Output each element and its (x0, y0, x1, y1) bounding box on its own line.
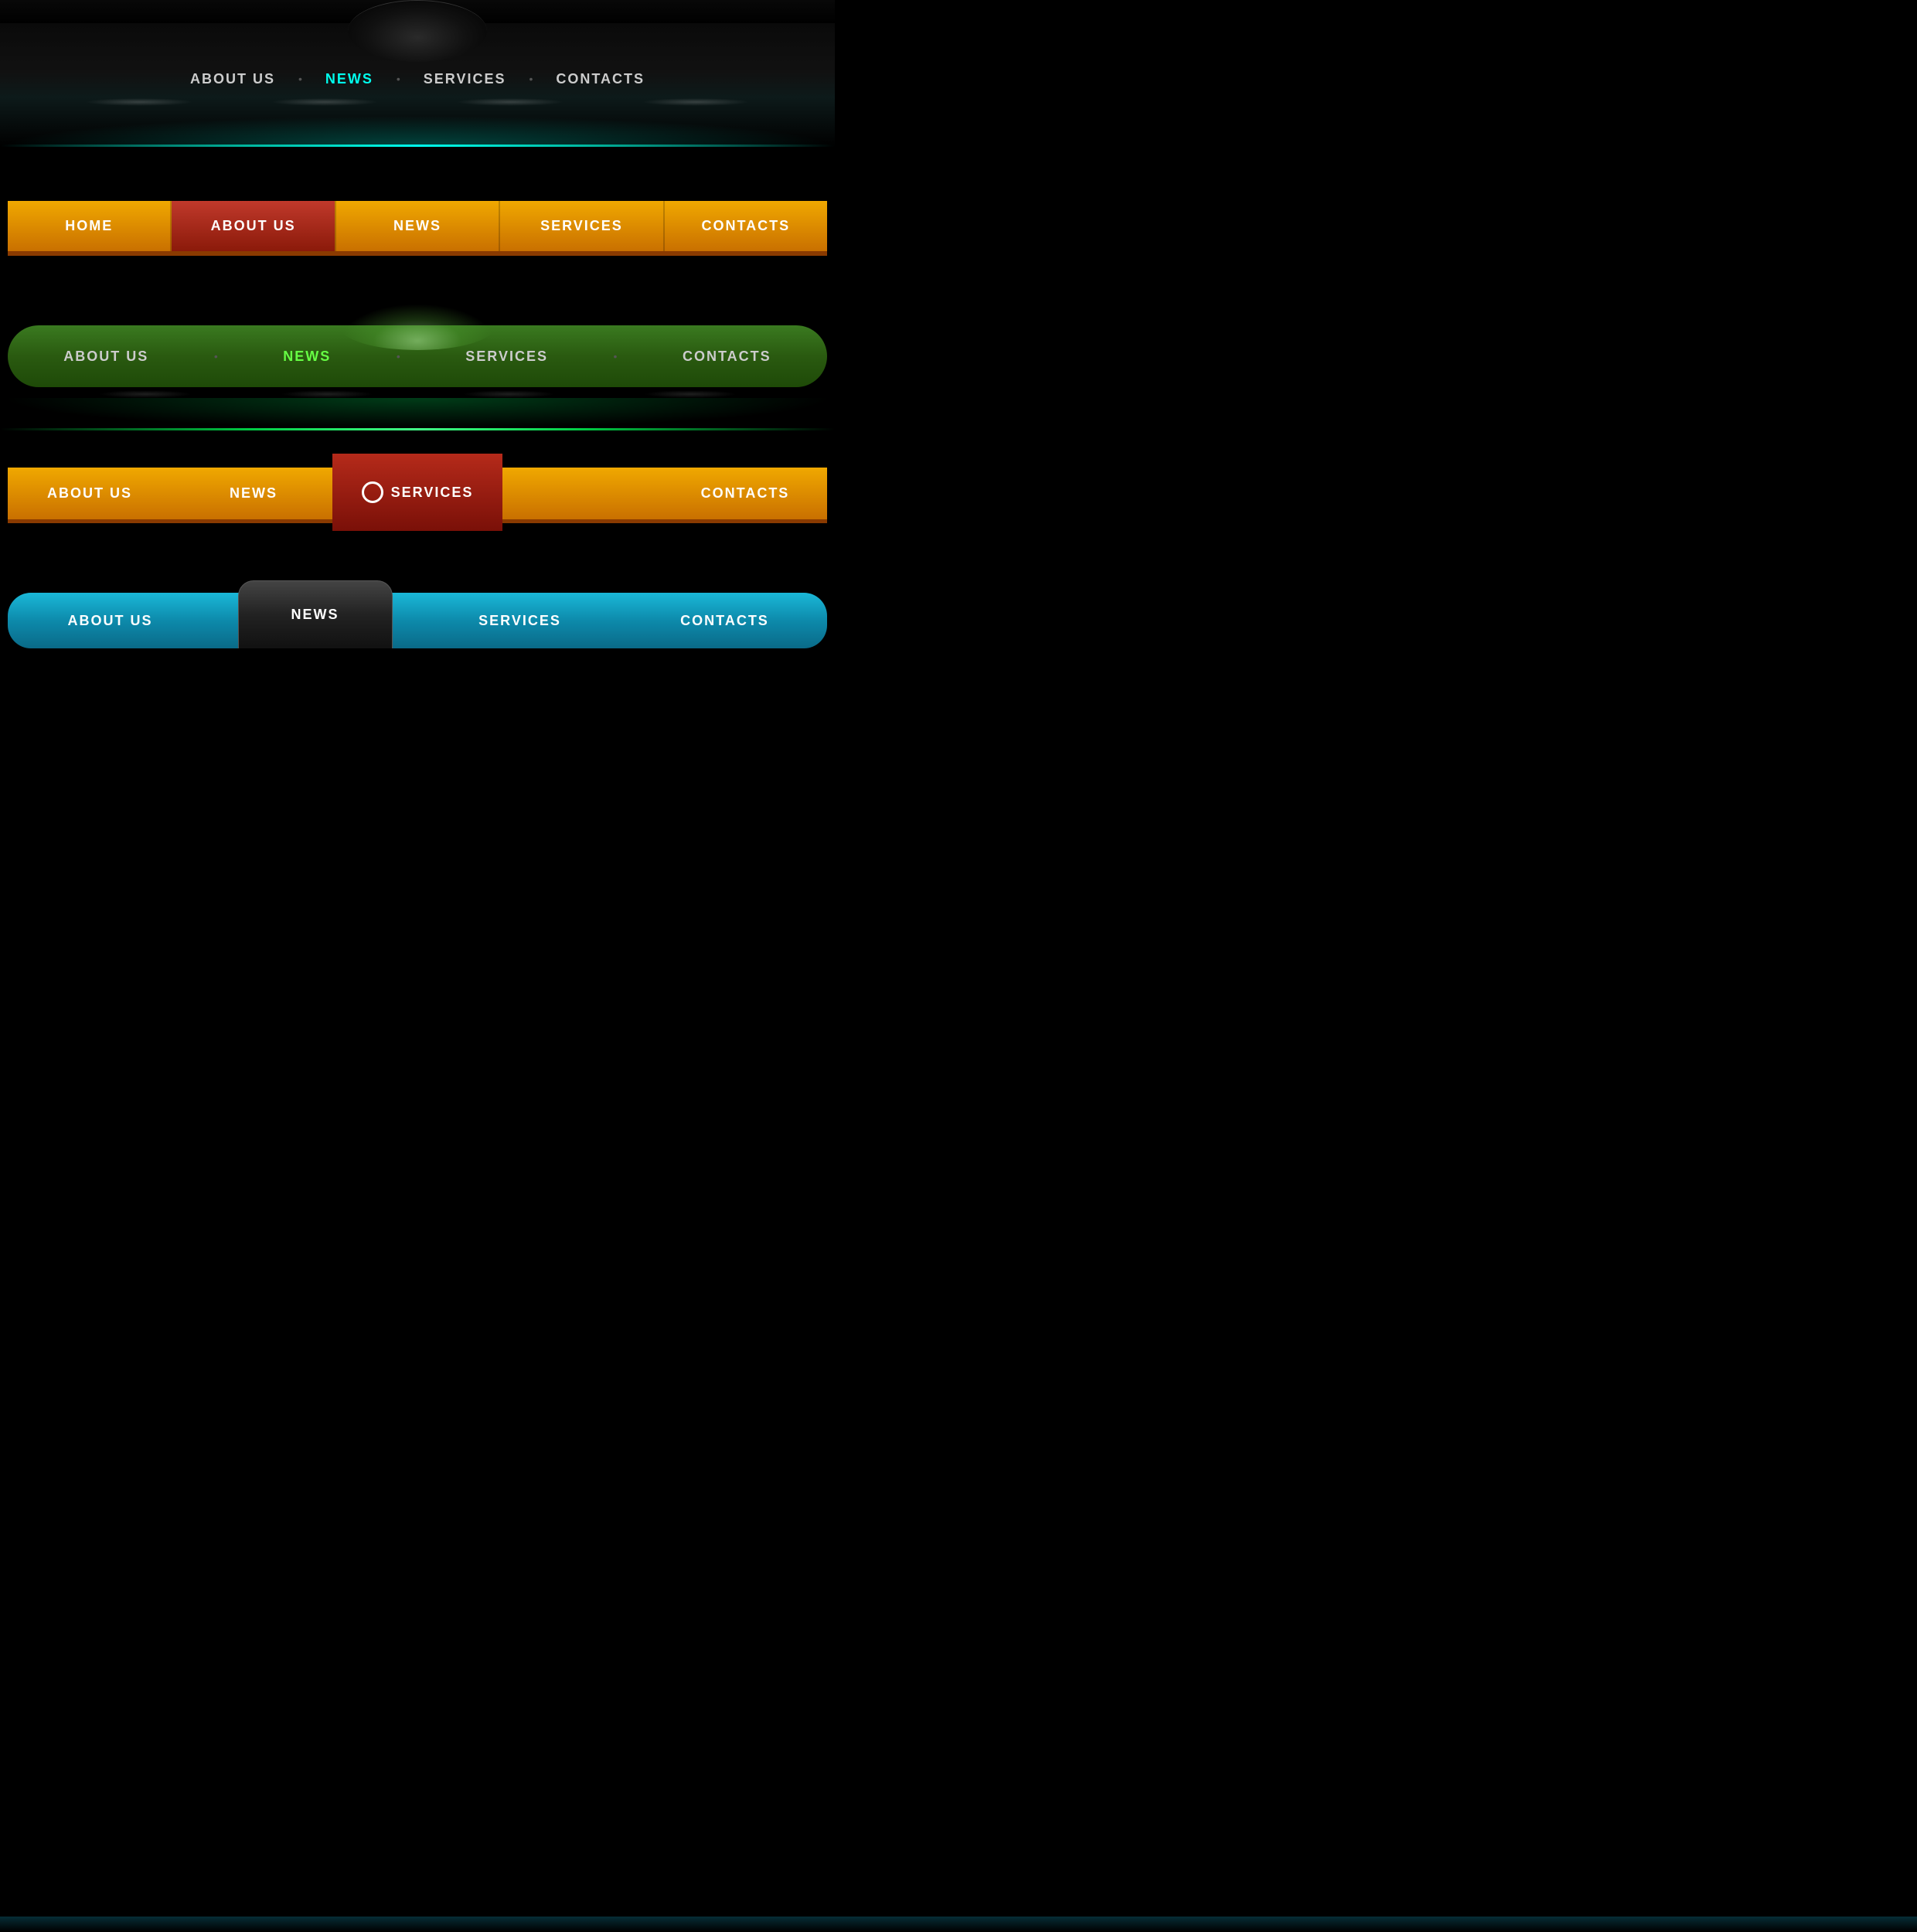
nav2-news[interactable]: NEWS (336, 201, 499, 251)
nav1-bar: ABOUT US • NEWS • SERVICES • CONTACTS (0, 65, 835, 94)
nav2-home[interactable]: HOME (8, 201, 170, 251)
nav1-underline (0, 98, 835, 106)
nav3-dot-1: • (214, 350, 218, 362)
nav2-about-us[interactable]: ABOUT US (172, 201, 334, 251)
nav3-shadow-4 (644, 390, 737, 398)
nav3-glow-line (0, 428, 835, 430)
nav1-glow-line (0, 145, 835, 147)
nav4-circle-icon (362, 481, 383, 503)
nav5-news-label: NEWS (291, 607, 339, 623)
nav4-services-label: SERVICES (391, 485, 474, 501)
spacer-5 (0, 664, 835, 679)
nav3-shadow-2 (281, 390, 373, 398)
spacer-1 (0, 147, 835, 178)
nav1-contacts[interactable]: CONTACTS (533, 65, 668, 94)
nav3-shadow-3 (462, 390, 555, 398)
nav3-news[interactable]: NEWS (283, 349, 331, 365)
nav1-wrapper: ABOUT US • NEWS • SERVICES • CONTACTS (0, 23, 835, 147)
nav3-bar: ABOUT US • NEWS • SERVICES • CONTACTS (8, 325, 827, 387)
nav2-bar: HOME ABOUT US NEWS SERVICES CONTACTS (8, 201, 827, 256)
nav5-about-us[interactable]: ABOUT US (8, 593, 213, 648)
nav1-shadow-4 (642, 98, 750, 106)
spacer-2 (0, 271, 835, 302)
nav5-active-tab: NEWS (238, 580, 393, 648)
nav4-news[interactable]: NEWS (172, 468, 335, 519)
nav3-underlines (8, 390, 827, 398)
nav5-contacts[interactable]: CONTACTS (622, 593, 827, 648)
nav1-about-us[interactable]: ABOUT US (167, 65, 298, 94)
nav3-dot-3: • (614, 350, 618, 362)
nav1-news[interactable]: NEWS (302, 65, 397, 94)
nav2-services[interactable]: SERVICES (500, 201, 662, 251)
nav5-news[interactable]: NEWS (213, 593, 417, 648)
nav1-shadow-1 (85, 98, 193, 106)
nav5-wrapper: ABOUT US NEWS SERVICES CONTACTS (0, 570, 835, 664)
nav1-services[interactable]: SERVICES (400, 65, 529, 94)
nav4-wrapper: ABOUT US NEWS SERVICES CONTACTS (0, 444, 835, 539)
nav1-shadow-3 (456, 98, 564, 106)
nav4-about-us[interactable]: ABOUT US (8, 468, 172, 519)
nav3-glow (0, 398, 835, 429)
nav3-dot-2: • (397, 350, 400, 362)
nav2-contacts[interactable]: CONTACTS (665, 201, 827, 251)
spacer-4 (0, 539, 835, 570)
nav3-about-us[interactable]: ABOUT US (63, 349, 148, 365)
nav1-shadow-2 (271, 98, 379, 106)
nav2-wrapper: HOME ABOUT US NEWS SERVICES CONTACTS (0, 178, 835, 271)
nav4-services[interactable]: SERVICES (332, 454, 502, 531)
nav4-contacts[interactable]: CONTACTS (663, 468, 827, 519)
nav5-bar: ABOUT US NEWS SERVICES CONTACTS (8, 593, 827, 648)
nav4-bar: ABOUT US NEWS SERVICES CONTACTS (8, 468, 827, 523)
nav5-reflection (0, 1917, 1917, 1932)
nav3-wrapper: ABOUT US • NEWS • SERVICES • CONTACTS (0, 302, 835, 413)
nav3-contacts[interactable]: CONTACTS (683, 349, 771, 365)
nav1-bubble (348, 0, 487, 62)
nav4-active-spacer-2 (499, 468, 663, 519)
nav5-services[interactable]: SERVICES (417, 593, 622, 648)
nav1-glow (0, 116, 835, 147)
nav3-bubble (340, 304, 495, 350)
nav3-shadow-1 (99, 390, 192, 398)
nav3-services[interactable]: SERVICES (465, 349, 548, 365)
